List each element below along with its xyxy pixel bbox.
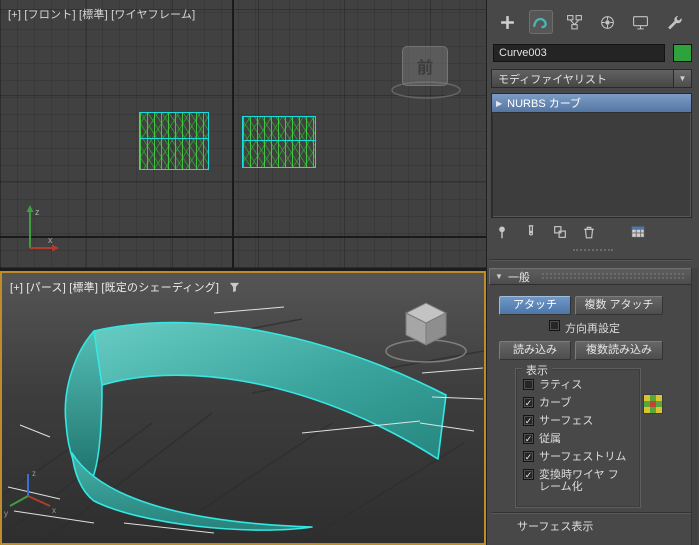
object-name-row [493,44,693,62]
checkbox-dependents[interactable]: ✓ 従属 [523,433,636,445]
hierarchy-icon [566,14,582,29]
viewport-front-label[interactable]: [+] [フロント] [標準] [ワイヤフレーム] [8,6,195,22]
reorient-checkbox-row[interactable]: 方向再設定 [549,320,620,336]
transform-degrade-checkbox[interactable]: ✓ [523,469,534,480]
rollout-general-title: 一般 [507,271,530,284]
make-unique-icon[interactable] [551,223,569,241]
multi-attach-button[interactable]: 複数 アタッチ [575,296,663,315]
nurbs-curve-object-1[interactable] [139,112,209,170]
panel-separator [491,512,691,514]
grid-axis-horizontal [0,236,486,238]
chevron-down-icon[interactable]: ▼ [673,70,691,87]
object-color-swatch[interactable] [673,44,692,62]
tab-motion[interactable] [596,10,620,34]
curves-checkbox[interactable]: ✓ [523,397,534,408]
viewcube[interactable] [385,302,467,363]
panel-scrollbar[interactable] [691,268,698,545]
tab-display[interactable] [629,10,653,34]
collapse-arrow-icon: ▼ [495,272,503,281]
reorient-checkbox[interactable] [549,320,560,331]
checkbox-transform-degrade[interactable]: ✓ 変換時ワイヤ フレーム化 [523,469,636,493]
panel-separator [489,259,692,261]
filter-funnel-icon[interactable] [229,282,240,293]
configure-modifier-sets-icon[interactable] [629,223,647,241]
modifier-list-label: モディファイヤリスト [498,73,607,86]
object-name-input[interactable] [493,44,665,62]
display-group-legend: 表示 [522,362,552,378]
pin-stack-icon[interactable] [493,223,511,241]
3ds-max-window: [+] [フロント] [標準] [ワイヤフレーム] 前 z x z x y [+… [0,0,699,545]
motion-wheel-icon [601,15,615,29]
checkbox-surfaces[interactable]: ✓ サーフェス [523,415,636,427]
command-panel: モディファイヤリスト ▼ ▶ NURBS カーブ [486,0,699,545]
nurbs-curve-object-2[interactable] [242,116,316,168]
lattice-checkbox[interactable] [523,379,534,390]
modifier-stack[interactable]: ▶ NURBS カーブ [491,93,692,218]
panel-separator-dots[interactable] [573,249,613,251]
tab-hierarchy[interactable] [562,10,586,34]
perspective-scene: z x y [2,302,484,543]
viewport-perspective[interactable]: z x y [+] [パース] [標準] [既定のシェーディング] [0,271,486,545]
svg-text:x: x [48,235,53,245]
dependents-checkbox[interactable]: ✓ [523,433,534,444]
attach-button[interactable]: アタッチ [499,296,571,315]
surface-trims-checkbox[interactable]: ✓ [523,451,534,462]
grid-axis-vertical [232,0,234,268]
tab-create[interactable] [496,10,520,34]
reorient-label: 方向再設定 [565,323,620,335]
nurbs-toolbox-icon[interactable] [643,394,663,414]
rollout-general-header[interactable]: ▼ 一般 [489,268,692,285]
display-monitor-icon [633,15,649,29]
expand-arrow-icon[interactable]: ▶ [496,99,502,108]
tab-modify[interactable] [528,10,553,34]
import-button[interactable]: 読み込み [499,341,571,360]
stack-item-nurbs-curve[interactable]: ▶ NURBS カーブ [492,94,691,113]
viewcube[interactable]: 前 [402,46,448,86]
svg-text:y: y [4,509,8,518]
show-end-result-icon[interactable] [522,223,540,241]
stack-item-label: NURBS カーブ [507,98,582,110]
checkbox-curves[interactable]: ✓ カーブ [523,397,636,409]
svg-text:z: z [35,207,40,217]
display-group-box: 表示 ラティス ✓ カーブ ✓ サーフェス ✓ 従属 ✓ サーフェストリム ✓ … [515,362,641,508]
tab-utilities[interactable] [662,10,686,34]
checkbox-surface-trims[interactable]: ✓ サーフェストリム [523,451,636,463]
remove-modifier-trash-icon[interactable] [580,223,598,241]
nurbs-surface[interactable] [64,321,447,531]
wrench-icon [667,15,682,29]
svg-text:x: x [52,506,56,515]
viewport-front[interactable]: [+] [フロント] [標準] [ワイヤフレーム] 前 z x [0,0,486,268]
modify-curve-icon [533,17,548,28]
rollout-drag-texture [540,272,686,281]
modifier-list-dropdown[interactable]: モディファイヤリスト ▼ [491,69,692,88]
viewcube-face-label: 前 [416,60,433,77]
plus-icon [501,15,515,29]
svg-text:z: z [32,469,36,478]
multi-import-button[interactable]: 複数読み込み [575,341,663,360]
viewport-persp-label[interactable]: [+] [パース] [標準] [既定のシェーディング] [10,279,219,295]
viewport-persp-label-row: [+] [パース] [標準] [既定のシェーディング] [10,279,240,295]
command-panel-tabs [491,8,691,36]
axis-tripod-icon: z x [26,205,59,252]
surfaces-checkbox[interactable]: ✓ [523,415,534,426]
stack-toolbar [493,222,690,242]
surface-display-label: サーフェス表示 [517,521,594,533]
checkbox-lattice[interactable]: ラティス [523,379,636,391]
